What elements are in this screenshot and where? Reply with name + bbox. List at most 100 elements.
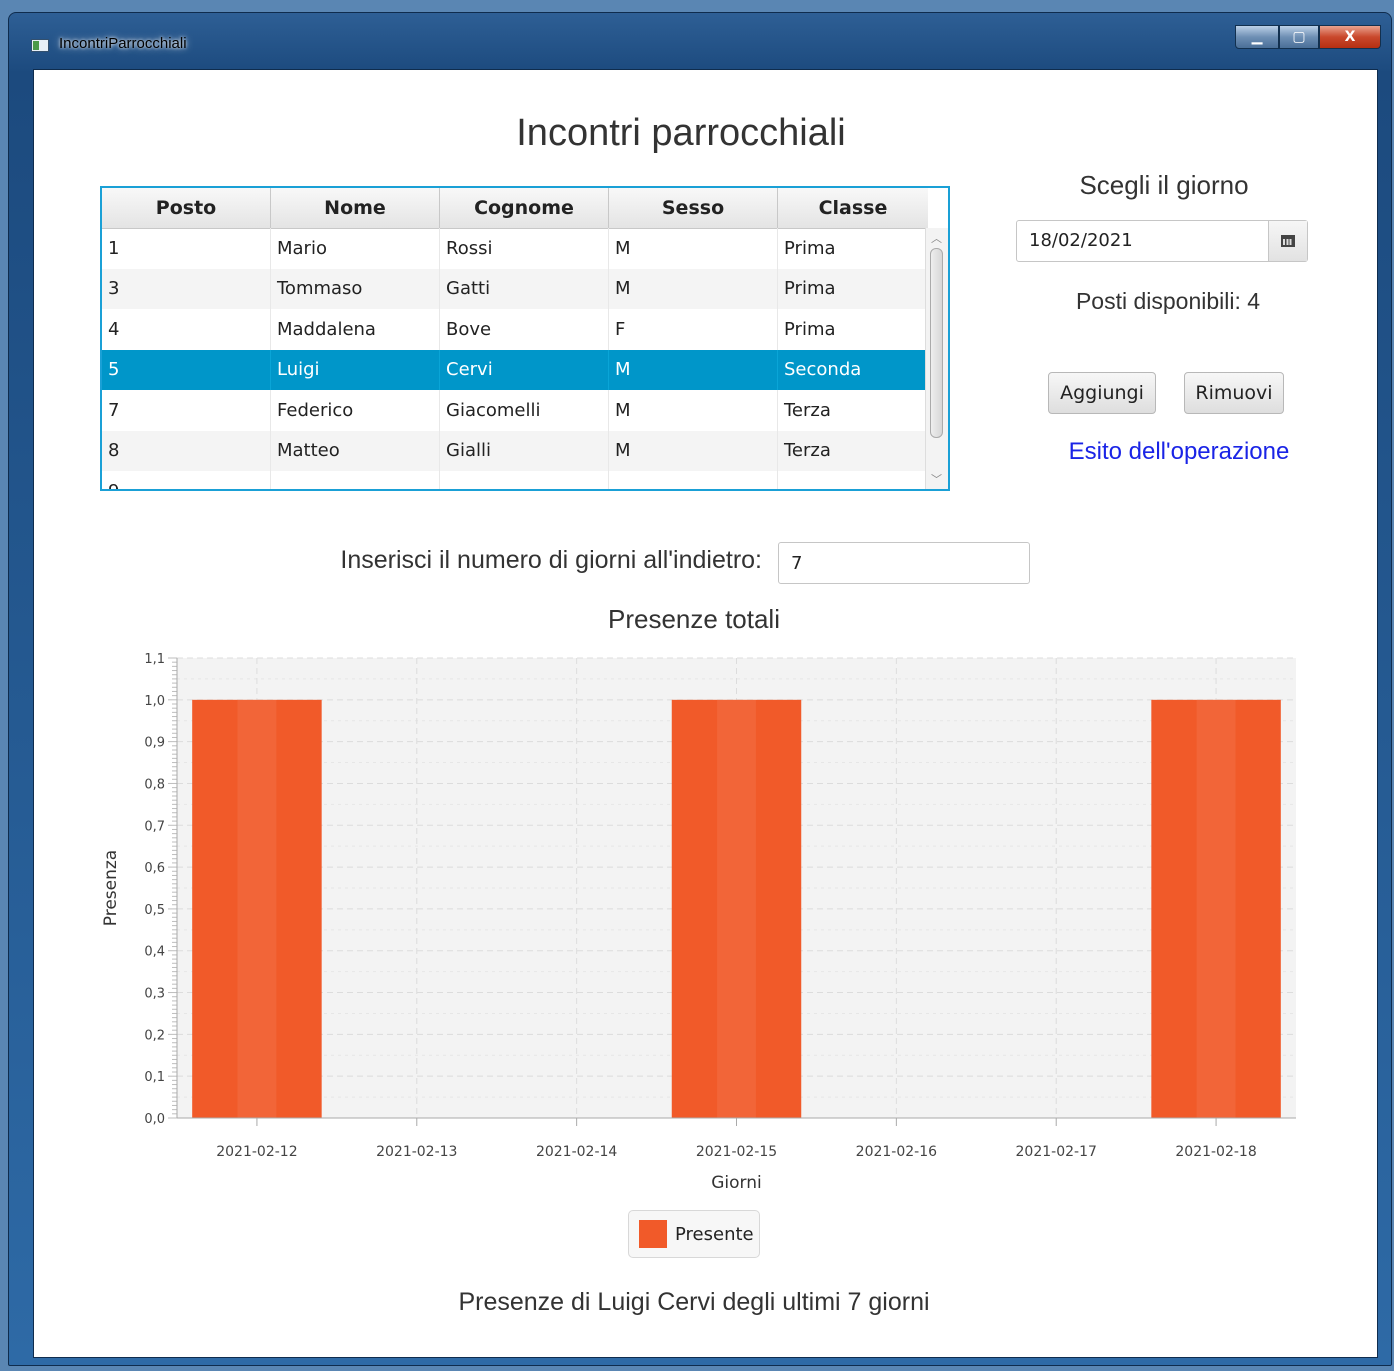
cell-nome: Mario [271,228,440,269]
application-window: IncontriParrocchiali ▁ ▢ X Incontri parr… [8,12,1392,1366]
legend-label: Presente [675,1223,754,1245]
table-row[interactable]: 4 Maddalena Bove F Prima [102,309,928,350]
y-tick-label: 0,1 [144,1070,165,1085]
add-button[interactable]: Aggiungi [1048,372,1156,414]
maximize-button[interactable]: ▢ [1279,25,1319,49]
cell-classe: Terza [778,430,928,471]
cell-nome: Matteo [271,430,440,471]
calendar-button[interactable] [1268,221,1307,261]
column-header-classe[interactable]: Classe [778,188,928,228]
cell-classe: Prima [778,268,928,309]
cell-sesso: M [609,268,778,309]
table-row[interactable]: 8 Matteo Gialli M Terza [102,430,928,471]
bar-highlight [1196,699,1236,1118]
date-value[interactable]: 18/02/2021 [1029,230,1133,251]
table-row[interactable]: 7 Federico Giacomelli M Terza [102,390,928,431]
chart-title: Presenze totali [608,604,780,634]
cell-cognome: Gialli [440,430,609,471]
cell-classe: Prima [778,309,928,350]
cell-cognome: Cervi [440,349,609,390]
y-tick-label: 0,6 [144,861,165,876]
chart-legend: Presente [628,1210,760,1258]
cell-cognome: Gatti [440,268,609,309]
y-tick-label: 0,3 [144,987,165,1002]
column-header-sesso[interactable]: Sesso [609,188,778,228]
cell-classe [778,471,928,489]
x-tick-label: 2021-02-16 [856,1144,937,1160]
attendance-chart: 0,0 0,1 0,2 0,3 0,4 0,5 0,6 0,7 0,8 0,9 1,0 1,1 2021… [101,652,1296,1193]
table-header: Posto Nome Cognome Sesso Classe [102,188,928,229]
title-bar[interactable]: IncontriParrocchiali ▁ ▢ X [9,13,1391,69]
table-row-selected[interactable]: 5 Luigi Cervi M Seconda [102,349,928,390]
cell-posto: 1 [102,228,271,269]
table-row[interactable]: 3 Tommaso Gatti M Prima [102,268,928,309]
remove-button[interactable]: Rimuovi [1184,372,1284,414]
y-tick-label: 0,7 [144,819,165,834]
calendar-icon [1281,235,1295,247]
bar-highlight [717,699,756,1118]
cell-sesso: M [609,349,778,390]
cell-cognome: Bove [440,309,609,350]
bar-highlight [237,699,277,1118]
cell-classe: Seconda [778,349,928,390]
y-tick-label: 0,5 [144,903,165,918]
available-seats-label: Posti disponibili: 4 [1075,288,1261,314]
cell-classe: Prima [778,228,928,269]
attendance-caption: Presenze di Luigi Cervi degli ultimi 7 g… [458,1288,930,1316]
table-body: 1 Mario Rossi M Prima 3 Tommaso Gatti M … [102,228,928,489]
table-row[interactable]: 9 [102,471,928,489]
column-header-posto[interactable]: Posto [102,188,271,228]
cell-posto: 7 [102,390,271,431]
cell-sesso: M [609,390,778,431]
cell-cognome: Giacomelli [440,390,609,431]
x-tick-label: 2021-02-15 [696,1144,777,1160]
x-tick-label: 2021-02-17 [1016,1144,1097,1160]
close-icon: X [1344,29,1356,45]
x-axis-title: Giorni [711,1173,762,1193]
scroll-up-icon[interactable]: ︿ [931,230,942,246]
cell-sesso: M [609,228,778,269]
cell-posto: 5 [102,349,271,390]
table-row[interactable]: 1 Mario Rossi M Prima [102,228,928,269]
attendees-table[interactable]: Posto Nome Cognome Sesso Classe 1 Mario … [100,186,950,491]
cell-posto: 9 [102,471,271,489]
cell-nome: Federico [271,390,440,431]
y-tick-label: 1,0 [144,694,165,709]
cell-nome: Luigi [271,349,440,390]
cell-nome: Tommaso [271,268,440,309]
page-title: Incontri parrocchiali [516,112,846,154]
cell-posto: 4 [102,309,271,350]
cell-cognome [440,471,609,489]
app-icon [31,39,49,52]
legend-swatch [639,1220,667,1248]
maximize-icon: ▢ [1292,29,1306,45]
minimize-icon: ▁ [1251,29,1263,45]
y-tick-label: 0,2 [144,1028,165,1043]
window-content: Incontri parrocchiali Posto Nome Cognome… [33,69,1378,1358]
scroll-down-icon[interactable]: ﹀ [931,471,942,487]
column-header-nome[interactable]: Nome [271,188,440,228]
days-back-label: Inserisci il numero di giorni all'indiet… [340,546,762,574]
cell-nome: Maddalena [271,309,440,350]
cell-posto: 3 [102,268,271,309]
y-tick-label: 0,8 [144,777,165,792]
cell-cognome: Rossi [440,228,609,269]
cell-sesso [609,471,778,489]
cell-nome [271,471,440,489]
cell-posto: 8 [102,430,271,471]
x-tick-label: 2021-02-14 [536,1144,617,1160]
operation-result-label: Esito dell'operazione [1068,438,1290,465]
y-tick-label: 0,9 [144,736,165,751]
close-button[interactable]: X [1319,25,1381,49]
column-header-cognome[interactable]: Cognome [440,188,609,228]
date-picker[interactable]: 18/02/2021 [1016,220,1308,262]
scrollbar-thumb[interactable] [930,248,943,438]
cell-classe: Terza [778,390,928,431]
cell-sesso: M [609,430,778,471]
days-back-input[interactable]: 7 [778,542,1030,584]
choose-day-label: Scegli il giorno [1079,170,1249,200]
x-tick-label: 2021-02-12 [216,1144,297,1160]
minimize-button[interactable]: ▁ [1235,25,1279,49]
table-scrollbar[interactable]: ︿ ﹀ [925,228,948,489]
window-title: IncontriParrocchiali [59,35,187,52]
